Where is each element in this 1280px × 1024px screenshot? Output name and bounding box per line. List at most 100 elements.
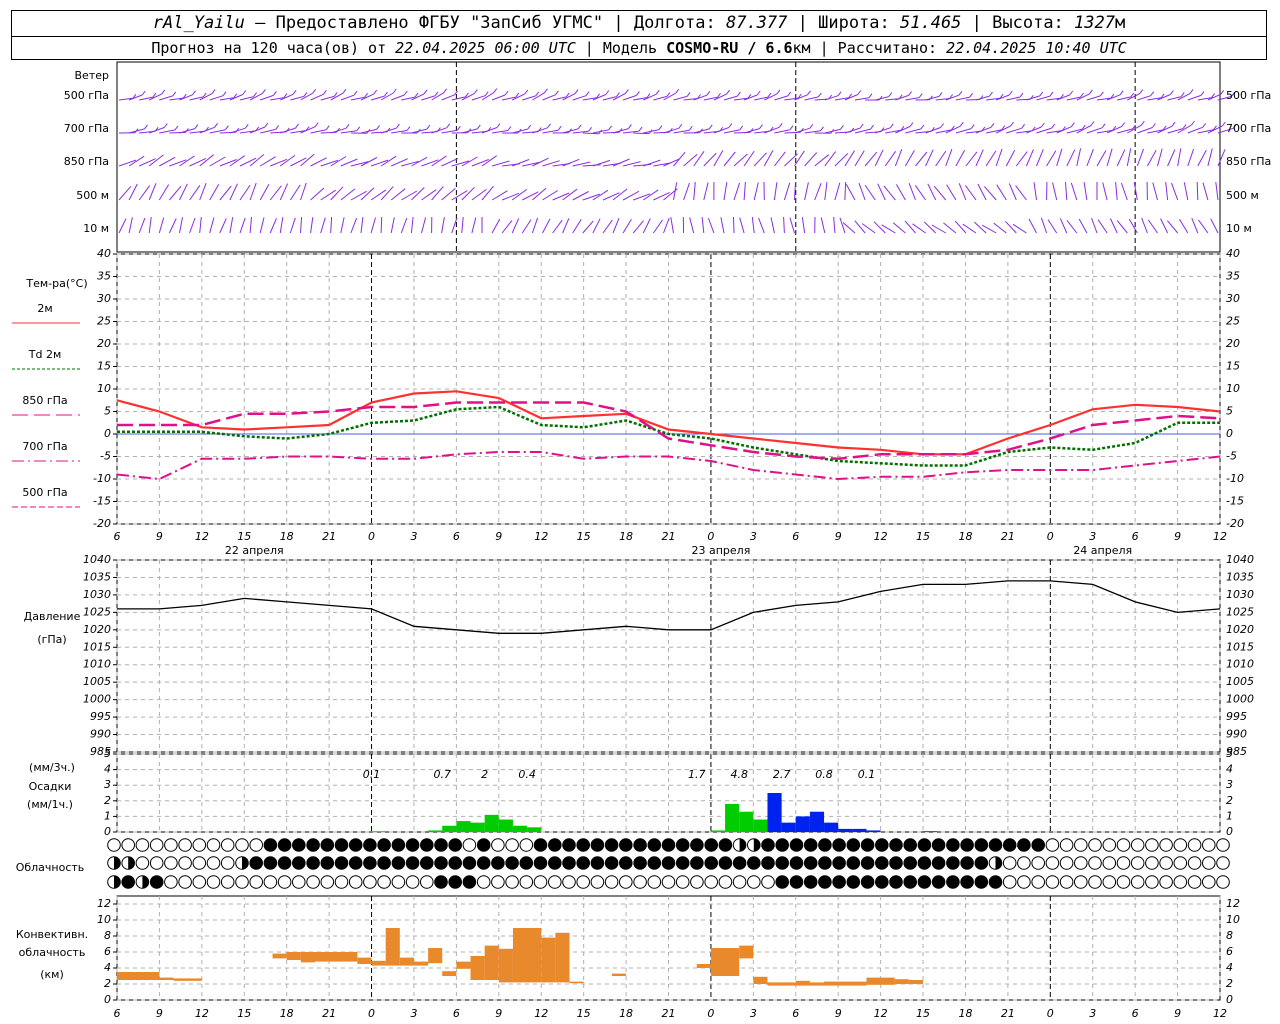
wind-barb-flag xyxy=(423,89,428,95)
temp-xtick: 6 xyxy=(1132,530,1139,543)
temp-xtick: 15 xyxy=(916,530,930,543)
wind-barb-flag xyxy=(353,90,358,96)
cloud-symbol xyxy=(1116,856,1131,870)
wind-barb xyxy=(794,181,796,201)
wind-barb-flag xyxy=(275,125,280,130)
temp-ytick-right: 40 xyxy=(1226,247,1240,260)
precip-rain-bar xyxy=(739,811,754,832)
wind-level-label: 500 гПа xyxy=(64,89,109,102)
wind-barb-flag xyxy=(628,124,632,129)
cloud-symbol xyxy=(576,838,591,852)
temp-ytick-right: -15 xyxy=(1226,495,1244,508)
wind-barb xyxy=(723,182,728,201)
cloud-symbol xyxy=(533,838,548,852)
wind-barb xyxy=(259,217,265,234)
cloud-symbol xyxy=(491,838,505,852)
cloud-symbol xyxy=(420,838,434,852)
wind-barb-flag xyxy=(194,124,199,129)
conv-xtick: 15 xyxy=(916,1007,930,1020)
wind-barb-flag xyxy=(333,92,338,97)
cloud-symbol xyxy=(206,838,221,852)
cloud-symbol xyxy=(434,856,448,870)
wind-barb xyxy=(552,219,563,234)
wind-barb-flag xyxy=(625,89,629,94)
wind-barb-flag xyxy=(1150,91,1155,96)
wind-barb xyxy=(683,182,690,201)
cloud-symbol xyxy=(803,875,818,889)
wind-barb xyxy=(1102,182,1108,201)
conv-title2: облачность xyxy=(19,946,86,959)
cloud-symbol xyxy=(1202,838,1216,852)
conv-xtick: 9 xyxy=(156,1007,163,1020)
temp-ytick-left: 20 xyxy=(97,337,111,350)
wind-barb xyxy=(1005,149,1016,167)
wind-barb xyxy=(1097,219,1108,234)
wind-barb-flag xyxy=(406,126,411,131)
precip-snow-bar xyxy=(866,830,881,832)
temp-ytick-left: 10 xyxy=(97,382,111,395)
wind-barb xyxy=(1165,182,1169,201)
conv-xtick: 21 xyxy=(1001,1007,1015,1020)
cloud-symbol xyxy=(548,875,562,889)
wind-barb-flag xyxy=(555,90,559,96)
wind-barb xyxy=(943,222,957,234)
cloud-symbol xyxy=(860,875,875,889)
cloud-symbol xyxy=(803,856,818,870)
temp-ytick-right: 35 xyxy=(1226,270,1240,283)
cloud-symbol xyxy=(747,875,761,889)
pressure-ytick-left: 1035 xyxy=(83,570,111,583)
wind-barb xyxy=(421,189,437,201)
wind-barb xyxy=(199,217,202,234)
wind-barb-flag xyxy=(303,92,308,97)
wind-barb-flag xyxy=(574,89,579,94)
pressure-unit: (гПа) xyxy=(37,633,66,646)
wind-barb-flag xyxy=(688,125,693,131)
wind-barb-flag xyxy=(837,91,842,96)
wind-barb-flag xyxy=(544,88,548,94)
wind-barb xyxy=(501,220,513,234)
cloud-symbol xyxy=(818,875,832,889)
cloud-symbol xyxy=(718,875,733,889)
precip-snow-bar xyxy=(767,793,782,832)
wind-barb xyxy=(733,216,735,234)
wind-barb xyxy=(128,217,133,234)
wind-barb xyxy=(643,93,657,101)
wind-barb xyxy=(984,186,997,201)
cloud-symbol xyxy=(1017,875,1031,889)
wind-title: Ветер xyxy=(75,69,109,82)
wind-barb xyxy=(542,218,551,234)
wind-barb-flag xyxy=(342,88,347,94)
wind-barb xyxy=(864,151,878,167)
wind-barb xyxy=(1152,182,1158,201)
wind-barb-flag xyxy=(473,89,478,94)
wind-barb-flag xyxy=(789,125,794,130)
precip-rain-bar xyxy=(753,819,768,832)
wind-barb-flag xyxy=(141,90,146,96)
wind-barb xyxy=(1116,220,1128,234)
temp-xtick: 12 xyxy=(1213,530,1227,543)
wind-barb xyxy=(633,132,650,135)
cloud-symbol xyxy=(519,856,534,870)
wind-barb-flag xyxy=(395,123,400,129)
wind-barb xyxy=(1120,182,1128,201)
cloud-symbol xyxy=(405,856,420,870)
wind-barb xyxy=(1015,151,1028,167)
wind-barb xyxy=(1005,220,1017,234)
wind-barb-flag xyxy=(1121,122,1126,127)
wind-barb-flag xyxy=(958,90,963,96)
pressure-ytick-left: 1020 xyxy=(83,623,111,636)
wind-barb-flag xyxy=(1170,90,1174,95)
cloud-symbol xyxy=(178,856,192,870)
temp-xtick: 9 xyxy=(835,530,842,543)
cloud-symbol xyxy=(306,856,320,870)
wind-barb xyxy=(946,184,957,201)
cloud-symbol xyxy=(292,856,306,870)
wind-barb xyxy=(441,188,456,201)
wind-barb xyxy=(370,189,387,201)
conv-bar xyxy=(173,978,202,981)
cloud-symbol xyxy=(946,838,960,852)
cloud-symbol xyxy=(491,875,505,889)
wind-barb-flag xyxy=(325,125,330,130)
precip-3h-label: 2 xyxy=(481,768,488,781)
cloud-symbol xyxy=(1002,875,1017,889)
